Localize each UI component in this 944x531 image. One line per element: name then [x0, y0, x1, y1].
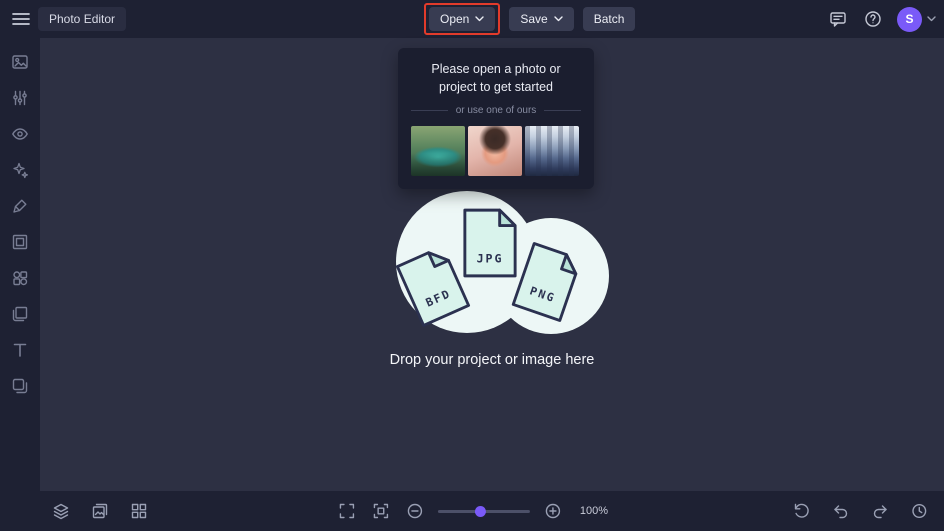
grid-button[interactable]: [128, 500, 150, 522]
redo-icon: [873, 505, 887, 519]
popup-divider: or use one of ours: [411, 105, 582, 117]
layers-icon: [53, 503, 69, 520]
help-button[interactable]: [862, 8, 884, 30]
fullscreen-icon: [339, 503, 355, 519]
open-hint-popup: Please open a photo or project to get st…: [398, 48, 594, 190]
fit-screen-button[interactable]: [370, 500, 392, 522]
frames-icon: [12, 234, 28, 250]
chevron-down-icon: [927, 16, 936, 22]
open-button-label: Open: [440, 12, 470, 26]
redo-button[interactable]: [869, 500, 891, 522]
topbar-actions: Open Save Batch: [424, 0, 636, 38]
sidebar-item-adjust[interactable]: [9, 87, 31, 109]
sidebar-item-textures[interactable]: [9, 375, 31, 397]
fit-screen-icon: [373, 503, 389, 519]
image-manager-icon: [92, 503, 108, 519]
menu-icon: [12, 13, 30, 25]
tools-sidebar: [0, 38, 40, 491]
grid-icon: [131, 503, 147, 519]
save-button[interactable]: Save: [509, 7, 574, 31]
batch-button[interactable]: Batch: [582, 7, 636, 31]
bottombar: 100%: [0, 491, 944, 531]
sidebar-item-artsy[interactable]: [9, 195, 31, 217]
feedback-icon: [830, 12, 846, 27]
topbar-right: S: [827, 0, 936, 38]
eye-icon: [12, 128, 28, 140]
sample-photo-city[interactable]: [525, 126, 579, 177]
sample-photo-portrait[interactable]: [468, 126, 522, 177]
account-menu[interactable]: S: [897, 6, 936, 32]
bottombar-right: [791, 491, 930, 531]
effects-icon: [13, 162, 29, 179]
overlays-icon: [12, 306, 28, 322]
history-button[interactable]: [908, 500, 930, 522]
zoom-out-icon: [407, 503, 423, 519]
popup-divider-label: or use one of ours: [455, 105, 537, 117]
sidebar-item-photos[interactable]: [9, 51, 31, 73]
divider-line: [544, 110, 582, 112]
undo-icon: [834, 505, 848, 519]
popup-title: Please open a photo or project to get st…: [431, 62, 561, 95]
touchup-icon: [13, 199, 27, 213]
zoom-in-button[interactable]: [542, 500, 564, 522]
sidebar-item-graphics[interactable]: [9, 267, 31, 289]
zoom-controls: 100%: [336, 491, 608, 531]
chevron-down-icon: [554, 16, 563, 22]
reset-icon: [794, 503, 809, 518]
annotation-highlight: Open: [424, 3, 501, 35]
save-button-label: Save: [520, 12, 548, 26]
sample-photos: [411, 126, 581, 177]
graphics-icon: [13, 271, 28, 286]
adjust-icon: [13, 90, 27, 106]
file-label-jpg: JPG: [477, 251, 504, 265]
avatar-initial: S: [905, 12, 914, 26]
zoom-out-button[interactable]: [404, 500, 426, 522]
sidebar-item-effects[interactable]: [9, 159, 31, 181]
bottombar-left: [50, 491, 150, 531]
help-icon: [865, 11, 881, 27]
zoom-level-value: 100%: [579, 505, 609, 517]
sidebar-item-touchup[interactable]: [9, 123, 31, 145]
zoom-slider-knob[interactable]: [474, 505, 486, 517]
menu-button[interactable]: [10, 10, 32, 28]
textures-icon: [12, 378, 28, 394]
text-icon: [13, 343, 27, 357]
app-title[interactable]: Photo Editor: [38, 7, 127, 31]
layers-button[interactable]: [50, 500, 72, 522]
undo-button[interactable]: [830, 500, 852, 522]
zoom-slider[interactable]: [437, 505, 530, 518]
batch-button-label: Batch: [593, 12, 625, 26]
sidebar-item-overlays[interactable]: [9, 303, 31, 325]
sidebar-item-frames[interactable]: [9, 231, 31, 253]
history-icon: [912, 503, 927, 519]
sidebar-item-text[interactable]: [9, 339, 31, 361]
topbar: Photo Editor Open Save Batch S: [0, 0, 944, 38]
image-manager-button[interactable]: [89, 500, 111, 522]
file-card-jpg: JPG: [461, 206, 519, 280]
divider-line: [411, 110, 448, 112]
chevron-down-icon: [475, 16, 485, 22]
app-title-label: Photo Editor: [49, 12, 116, 26]
open-button[interactable]: Open: [429, 7, 496, 31]
drop-zone-label: Drop your project or image here: [389, 352, 595, 368]
photos-icon: [12, 55, 28, 69]
reset-button[interactable]: [791, 500, 813, 522]
zoom-in-icon: [545, 503, 561, 519]
feedback-button[interactable]: [827, 8, 849, 30]
sample-photo-van[interactable]: [411, 126, 465, 177]
fullscreen-button[interactable]: [336, 500, 358, 522]
avatar: S: [897, 6, 922, 32]
